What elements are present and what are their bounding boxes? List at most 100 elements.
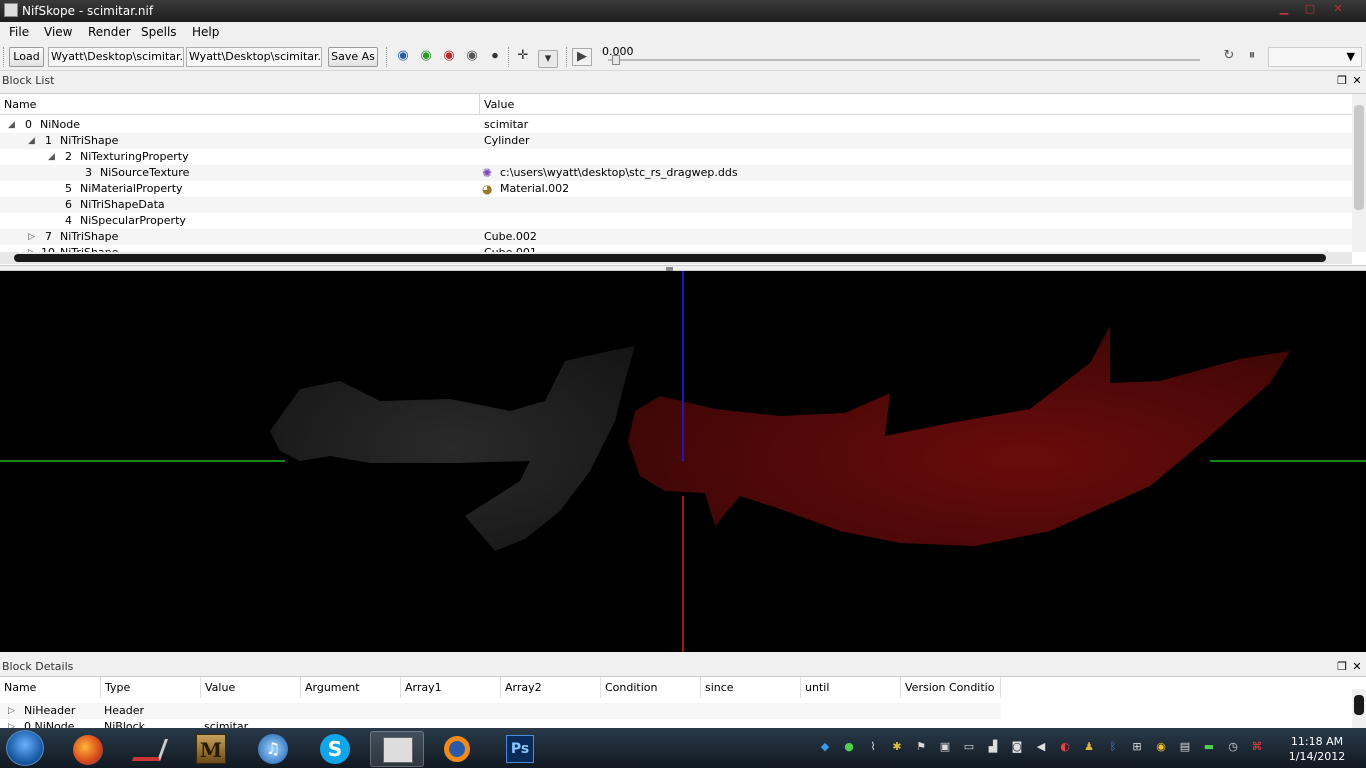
column-header-value[interactable]: Value (480, 94, 1352, 115)
table-row[interactable]: ▷ NiHeader Header (0, 703, 1001, 719)
menu-help[interactable]: Help (192, 25, 219, 39)
block-name: NiTriShapeData (80, 198, 165, 211)
menu-file[interactable]: File (9, 25, 29, 39)
tree-row[interactable]: 5 NiMaterialProperty ◕ Material.002 (0, 181, 1352, 197)
bluetooth-icon[interactable]: ᛒ (1106, 740, 1120, 754)
tree-row[interactable]: ▷ 7 NiTriShape Cube.002 (0, 229, 1352, 245)
loop-icon[interactable]: ↻ (1220, 48, 1238, 64)
collapsed-arrow-icon[interactable]: ▷ (8, 719, 15, 728)
vertical-scroll-thumb[interactable] (1354, 105, 1364, 210)
expand-arrow-icon[interactable]: ◢ (28, 133, 35, 149)
view-front-icon[interactable]: ◉ (394, 48, 412, 64)
media-icon[interactable]: ◉ (1154, 740, 1168, 754)
clock-app-icon[interactable]: ◷ (1226, 740, 1240, 754)
undock-icon[interactable]: ❐ (1335, 660, 1349, 674)
save-path-field[interactable]: Wyatt\Desktop\scimitar.nif (186, 47, 322, 67)
tree-row[interactable]: ◢ 0 NiNode scimitar (0, 117, 1352, 133)
monitor-icon[interactable]: ▭ (962, 740, 976, 754)
itunes-icon[interactable]: ♫ (246, 731, 300, 767)
tree-row[interactable]: 3 NiSourceTexture ✺ c:\users\wyatt\deskt… (0, 165, 1352, 181)
volume-icon[interactable]: ◀ (1034, 740, 1048, 754)
title-bar: NifSkope - scimitar.nif ▁ ▢ ✕ (0, 0, 1366, 22)
nifskope-logo (383, 737, 413, 763)
system-clock[interactable]: 11:18 AM 1/14/2012 (1272, 734, 1362, 764)
more-options-icon[interactable]: ▾ (538, 50, 558, 68)
column-header-until[interactable]: until (801, 677, 901, 698)
view-user-icon[interactable]: ◉ (463, 48, 481, 64)
play-icon[interactable]: ▶ (572, 48, 592, 66)
tree-row[interactable]: 6 NiTriShapeData (0, 197, 1352, 213)
table-row[interactable]: ▷ 0 NiNode NiBlock scimitar (0, 719, 1001, 728)
load-button[interactable]: Load (9, 47, 44, 67)
walk-mode-icon[interactable]: ⦁ (486, 48, 504, 64)
column-header-type[interactable]: Type (101, 677, 201, 698)
column-header-name[interactable]: Name (0, 94, 480, 115)
column-header-name[interactable]: Name (0, 677, 101, 698)
column-header-value[interactable]: Value (201, 677, 301, 698)
user-icon[interactable]: ♟ (1082, 740, 1096, 754)
view-top-icon[interactable]: ◉ (440, 48, 458, 64)
undock-icon[interactable]: ❐ (1335, 74, 1349, 88)
axes-icon[interactable]: ✛ (514, 48, 532, 64)
block-number: 4 (65, 214, 72, 227)
app-icon (4, 3, 18, 17)
firefox-icon[interactable] (62, 731, 116, 767)
close-button[interactable]: ✕ (1326, 1, 1350, 17)
switch-animation-icon[interactable]: ⏸ (1243, 48, 1261, 64)
device-icon[interactable]: ▣ (938, 740, 952, 754)
tree-row[interactable]: ◢ 2 NiTexturingProperty (0, 149, 1352, 165)
photoshop-logo: Ps (506, 735, 534, 763)
start-button[interactable] (6, 730, 44, 766)
expand-arrow-icon[interactable]: ◢ (8, 117, 15, 133)
render-viewport[interactable] (0, 271, 1366, 652)
photoshop-icon[interactable]: Ps (494, 731, 548, 767)
menu-view[interactable]: View (44, 25, 72, 39)
close-panel-icon[interactable]: ✕ (1350, 74, 1364, 88)
tree-row[interactable]: 4 NiSpecularProperty (0, 213, 1352, 229)
antivirus-icon[interactable]: ◐ (1058, 740, 1072, 754)
column-header-since[interactable]: since (701, 677, 801, 698)
time-slider-track[interactable] (608, 59, 1200, 61)
collapsed-arrow-icon[interactable]: ▷ (8, 703, 15, 719)
chevron-down-icon: ▼ (1346, 50, 1355, 63)
toolbar-separator-3 (566, 47, 567, 67)
dropbox-icon[interactable]: ◆ (818, 740, 832, 754)
bug-icon[interactable]: ✱ (890, 740, 904, 754)
load-path-field[interactable]: Wyatt\Desktop\scimitar.nif (48, 47, 184, 67)
game2-icon[interactable]: M (184, 731, 238, 767)
skype-icon[interactable]: S (308, 731, 362, 767)
power-icon[interactable]: ▬ (1202, 740, 1216, 754)
network-icon[interactable]: ⊞ (1130, 740, 1144, 754)
column-header-condition[interactable]: Condition (601, 677, 701, 698)
save-as-button[interactable]: Save As (328, 47, 378, 67)
collapsed-arrow-icon[interactable]: ▷ (28, 229, 35, 245)
horizontal-scroll-thumb[interactable] (14, 254, 1326, 262)
menu-render[interactable]: Render (88, 25, 131, 39)
column-header-array1[interactable]: Array1 (401, 677, 501, 698)
details-scroll-thumb[interactable] (1354, 695, 1364, 715)
close-panel-icon[interactable]: ✕ (1350, 660, 1364, 674)
details-vertical-scrollbar[interactable] (1352, 689, 1366, 729)
view-side-icon[interactable]: ◉ (417, 48, 435, 64)
column-header-array2[interactable]: Array2 (501, 677, 601, 698)
maximize-button[interactable]: ▢ (1298, 1, 1322, 17)
display-icon[interactable]: ◙ (1010, 740, 1024, 754)
minimize-button[interactable]: ▁ (1272, 1, 1296, 17)
time-slider-handle[interactable] (612, 55, 620, 65)
nifskope-icon[interactable] (370, 731, 424, 767)
expand-arrow-icon[interactable]: ◢ (48, 149, 55, 165)
pdf-icon[interactable]: ⌘ (1250, 740, 1264, 754)
chart-icon[interactable]: ▤ (1178, 740, 1192, 754)
menu-spells[interactable]: Spells (141, 25, 177, 39)
column-header-version-condition[interactable]: Version Conditio (901, 677, 1001, 698)
signal-icon[interactable]: ▟ (986, 740, 1000, 754)
game-icon[interactable] (122, 731, 176, 767)
scene-canvas[interactable] (0, 271, 1366, 652)
column-header-argument[interactable]: Argument (301, 677, 401, 698)
sync-icon[interactable]: ● (842, 740, 856, 754)
wireless-icon[interactable]: ⌇ (866, 740, 880, 754)
tree-row[interactable]: ◢ 1 NiTriShape Cylinder (0, 133, 1352, 149)
flag-icon[interactable]: ⚑ (914, 740, 928, 754)
blender-icon[interactable] (430, 731, 484, 767)
animation-dropdown[interactable]: ▼ (1268, 47, 1362, 67)
